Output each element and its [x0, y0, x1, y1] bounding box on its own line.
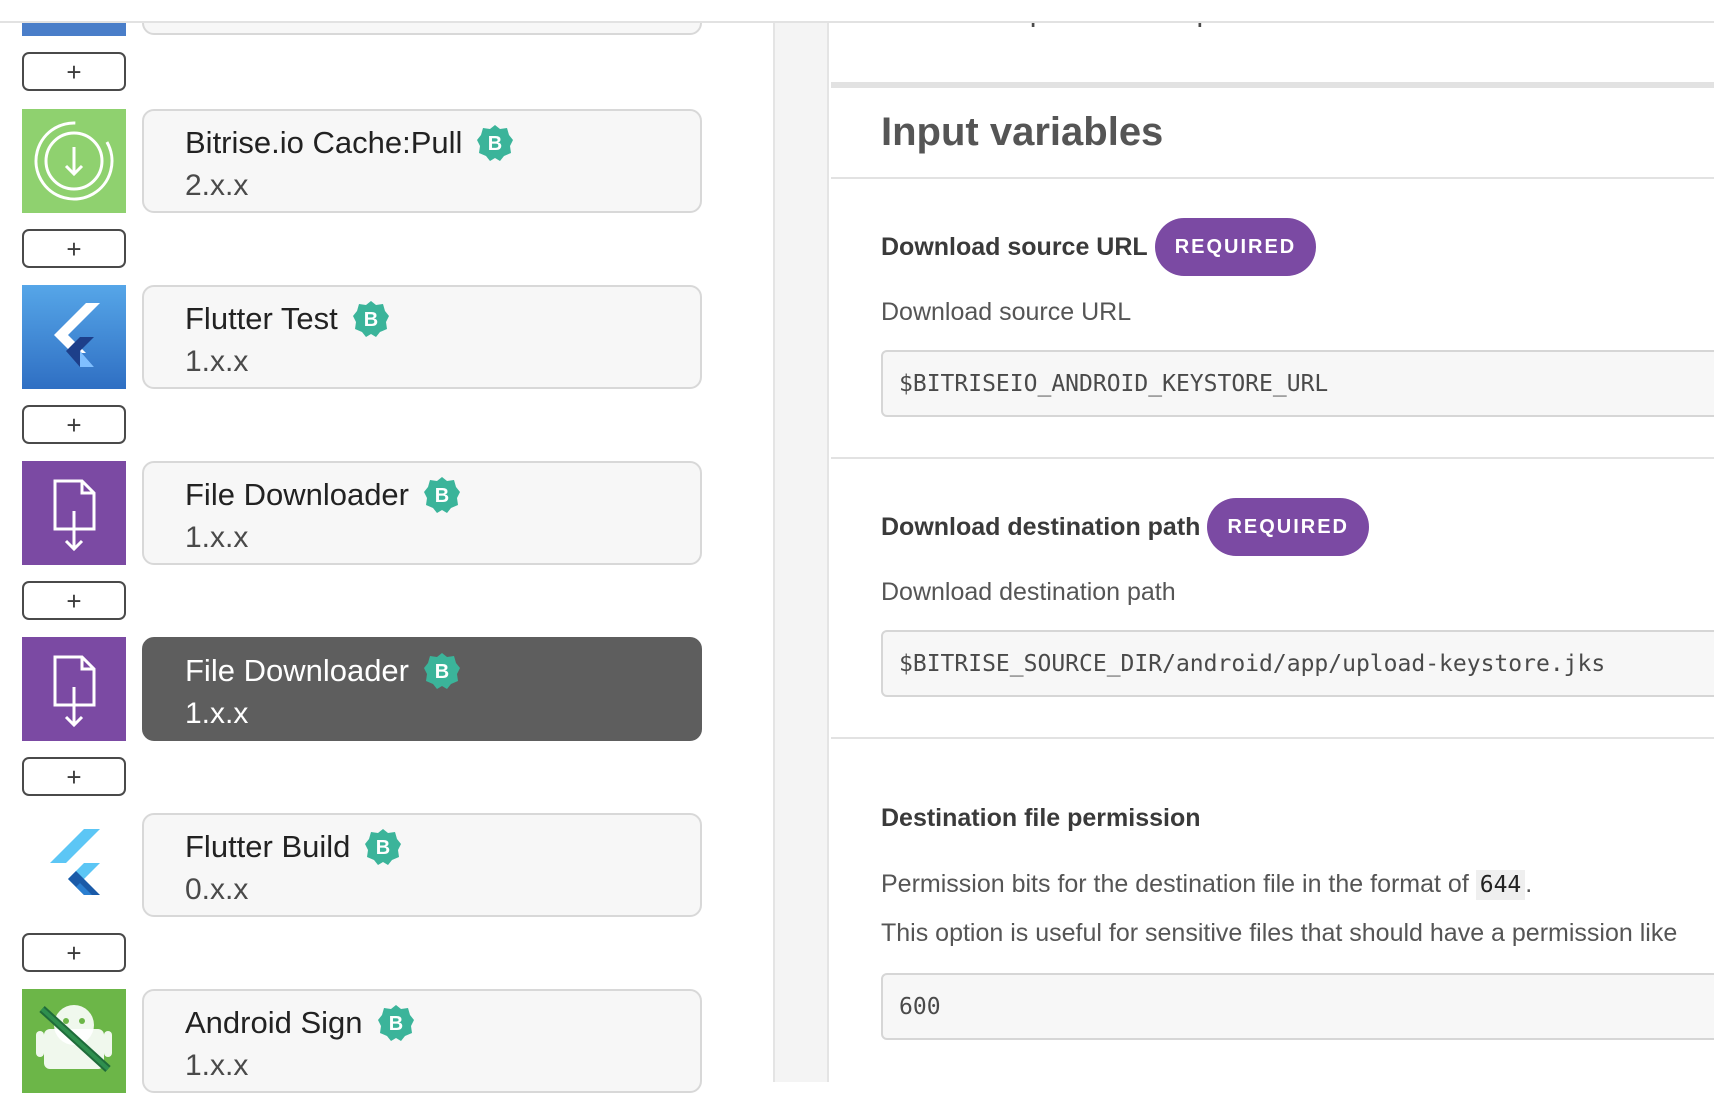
- destination-file-permission-input[interactable]: 600: [881, 973, 1714, 1040]
- badge-letter: B: [388, 1013, 402, 1035]
- description-code: 644: [1475, 870, 1526, 900]
- flutter-build-icon[interactable]: [22, 813, 126, 917]
- step-version: 1.x.x: [185, 697, 249, 730]
- bitrise-verified-badge-icon: B: [423, 652, 461, 690]
- add-step-button[interactable]: +: [22, 933, 126, 972]
- cache-pull-icon[interactable]: [22, 109, 126, 213]
- step-name: File Downloader: [185, 653, 409, 688]
- flutter-test-icon[interactable]: [22, 285, 126, 389]
- step-card-file-downloader[interactable]: File Downloader B 1.x.x: [142, 461, 702, 565]
- download-destination-path-input[interactable]: $BITRISE_SOURCE_DIR/android/app/upload-k…: [881, 630, 1714, 697]
- step-version: 1.x.x: [185, 1049, 249, 1082]
- input-value: $BITRISE_SOURCE_DIR/android/app/upload-k…: [899, 650, 1606, 677]
- required-badge: REQUIRED: [1207, 498, 1370, 556]
- badge-letter: B: [364, 309, 378, 331]
- required-badge: REQUIRED: [1154, 218, 1317, 276]
- step-detail-panel: Run if previous Step failed Input variab…: [831, 0, 1714, 1082]
- label-text: Download source URL: [881, 232, 1148, 261]
- divider: [831, 737, 1714, 739]
- badge-letter: B: [488, 133, 502, 155]
- divider: [831, 457, 1714, 459]
- step-version: 0.x.x: [185, 873, 249, 906]
- badge-letter: B: [435, 485, 449, 507]
- input-value: $BITRISEIO_ANDROID_KEYSTORE_URL: [899, 370, 1329, 397]
- badge-letter: B: [435, 661, 449, 683]
- step-version: 1.x.x: [185, 521, 249, 554]
- step-card-android-sign[interactable]: Android Sign B 1.x.x: [142, 989, 702, 1093]
- input-label-download-source-url: Download source URL REQUIRED: [881, 218, 1317, 276]
- section-title: Input variables: [881, 110, 1164, 154]
- divider: [831, 82, 1714, 88]
- plus-icon: +: [66, 409, 82, 440]
- step-card-flutter-test[interactable]: Flutter Test B 1.x.x: [142, 285, 702, 389]
- step-name: Flutter Build: [185, 829, 351, 864]
- step-name: Bitrise.io Cache:Pull: [185, 125, 463, 160]
- description-suffix: .: [1525, 870, 1533, 898]
- input-value: 600: [899, 993, 941, 1020]
- step-name: File Downloader: [185, 477, 409, 512]
- plus-icon: +: [66, 761, 82, 792]
- badge-letter: B: [376, 837, 390, 859]
- panel-divider: [773, 0, 829, 1082]
- add-step-button[interactable]: +: [22, 52, 126, 91]
- android-sign-icon[interactable]: [22, 989, 126, 1093]
- bitrise-verified-badge-icon: B: [377, 1004, 415, 1042]
- bitrise-verified-badge-icon: B: [364, 828, 402, 866]
- file-download-icon[interactable]: [22, 637, 126, 741]
- step-card-cache-pull[interactable]: Bitrise.io Cache:Pull B 2.x.x: [142, 109, 702, 213]
- step-card-file-downloader-selected[interactable]: File Downloader B 1.x.x: [142, 637, 702, 741]
- bitrise-verified-badge-icon: B: [423, 476, 461, 514]
- add-step-button[interactable]: +: [22, 757, 126, 796]
- step-name: Flutter Test: [185, 301, 338, 336]
- plus-icon: +: [66, 233, 82, 264]
- bitrise-verified-badge-icon: B: [352, 300, 390, 338]
- input-label-destination-file-permission: Destination file permission: [881, 800, 1201, 836]
- input-description: Download destination path: [881, 578, 1176, 606]
- description-text: Permission bits for the destination file…: [881, 870, 1476, 898]
- download-source-url-input[interactable]: $BITRISEIO_ANDROID_KEYSTORE_URL: [881, 350, 1714, 417]
- workflow-step-list: + Bitrise.io Cache:Pull B 2.x.x + Flutte…: [0, 0, 773, 1093]
- add-step-button[interactable]: +: [22, 229, 126, 268]
- top-bar: [0, 0, 1714, 23]
- plus-icon: +: [66, 937, 82, 968]
- input-description: Permission bits for the destination file…: [881, 870, 1533, 900]
- label-text: Download destination path: [881, 512, 1201, 541]
- add-step-button[interactable]: +: [22, 581, 126, 620]
- label-text: Destination file permission: [881, 803, 1201, 832]
- add-step-button[interactable]: +: [22, 405, 126, 444]
- step-name: Android Sign: [185, 1005, 363, 1040]
- divider: [831, 177, 1714, 179]
- bitrise-verified-badge-icon: B: [476, 124, 514, 162]
- input-description: Download source URL: [881, 298, 1132, 326]
- step-version: 1.x.x: [185, 345, 249, 378]
- step-card-flutter-build[interactable]: Flutter Build B 0.x.x: [142, 813, 702, 917]
- input-label-download-destination-path: Download destination path REQUIRED: [881, 498, 1370, 556]
- input-description-line2: This option is useful for sensitive file…: [881, 919, 1678, 947]
- step-version: 2.x.x: [185, 169, 249, 202]
- plus-icon: +: [66, 56, 82, 87]
- plus-icon: +: [66, 585, 82, 616]
- file-download-icon[interactable]: [22, 461, 126, 565]
